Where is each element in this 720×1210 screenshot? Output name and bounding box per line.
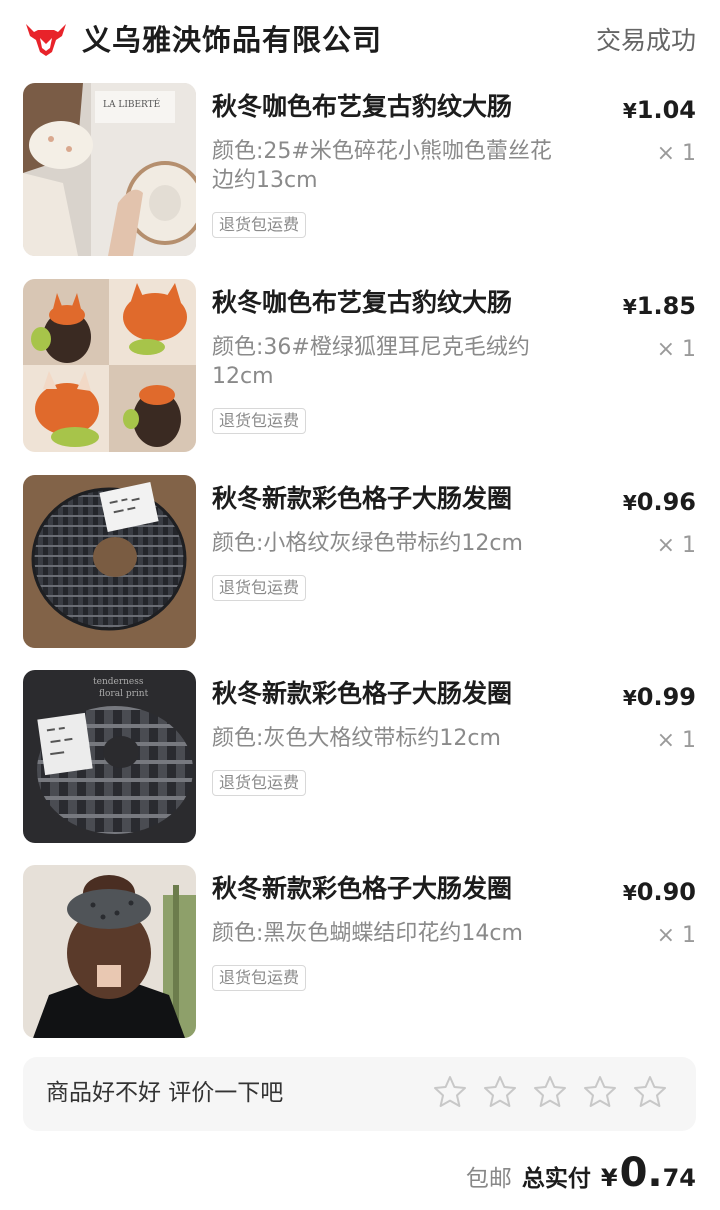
return-shipping-tag: 退货包运费	[212, 575, 307, 601]
product-image[interactable]	[23, 475, 196, 648]
item-spec: 颜色:小格纹灰绿色带标约12cm	[212, 531, 523, 556]
item-price: ¥1.85	[623, 289, 696, 326]
price-value: 0.90	[636, 878, 696, 906]
price-value: 1.85	[636, 292, 696, 320]
currency-symbol: ¥	[622, 491, 637, 515]
product-image[interactable]	[23, 865, 196, 1038]
item-price: ¥0.96	[623, 485, 696, 522]
return-shipping-tag: 退货包运费	[212, 770, 307, 796]
shop-name[interactable]: 义乌雅泱饰品有限公司	[82, 20, 382, 60]
product-image[interactable]	[23, 279, 196, 452]
total-paid-label: 总实付	[521, 1166, 591, 1192]
return-shipping-tag: 退货包运费	[212, 408, 307, 434]
currency-symbol: ¥	[622, 99, 637, 123]
currency-symbol: ¥	[622, 295, 637, 319]
price-value: 0.99	[636, 683, 696, 711]
product-image[interactable]: LA LIBERTÉ	[23, 83, 196, 256]
order-item[interactable]: LA LIBERTÉ 秋冬咖色布艺复古豹纹大肠 颜色:25#米色碎花小熊咖色蕾丝…	[0, 83, 720, 258]
red-bull-head-icon[interactable]	[24, 22, 68, 58]
order-item[interactable]: 秋冬新款彩色格子大肠发圈 颜色:小格纹灰绿色带标约12cm 退货包运费 ¥0.9…	[0, 475, 720, 650]
order-total: 包邮 总实付 ¥ 0. 74	[466, 1150, 696, 1200]
item-quantity: × 1	[656, 533, 696, 558]
price-value: 0.96	[636, 488, 696, 516]
return-shipping-tag: 退货包运费	[212, 965, 307, 991]
product-image[interactable]: tenderness floral print	[23, 670, 196, 843]
item-quantity: × 1	[656, 923, 696, 948]
svg-text:LA LIBERTÉ: LA LIBERTÉ	[103, 98, 160, 110]
star-outline-icon[interactable]	[482, 1074, 518, 1110]
item-spec: 颜色:36#橙绿狐狸耳尼克毛绒约12cm	[212, 335, 530, 389]
item-title[interactable]: 秋冬新款彩色格子大肠发圈	[212, 871, 592, 907]
star-outline-icon[interactable]	[632, 1074, 668, 1110]
item-price: ¥1.04	[623, 93, 696, 130]
total-currency: ¥	[600, 1164, 618, 1192]
item-title[interactable]: 秋冬新款彩色格子大肠发圈	[212, 481, 592, 517]
order-status: 交易成功	[595, 26, 696, 55]
item-price: ¥0.99	[623, 680, 696, 717]
shipping-label: 包邮	[465, 1166, 512, 1192]
total-amount-integer: 0.	[619, 1150, 663, 1196]
star-outline-icon[interactable]	[582, 1074, 618, 1110]
star-outline-icon[interactable]	[432, 1074, 468, 1110]
total-amount-decimal: 74	[662, 1164, 696, 1192]
order-item[interactable]: tenderness floral print 秋冬新款彩色格子大肠发圈 颜色:…	[0, 670, 720, 845]
item-title[interactable]: 秋冬新款彩色格子大肠发圈	[212, 676, 592, 712]
order-header: 义乌雅泱饰品有限公司 交易成功	[0, 0, 720, 80]
review-prompt-text: 商品好不好 评价一下吧	[46, 1080, 284, 1106]
currency-symbol: ¥	[622, 881, 637, 905]
price-value: 1.04	[636, 96, 696, 124]
review-prompt-box[interactable]: 商品好不好 评价一下吧	[23, 1057, 696, 1131]
order-item[interactable]: 秋冬咖色布艺复古豹纹大肠 颜色:36#橙绿狐狸耳尼克毛绒约12cm 退货包运费 …	[0, 279, 720, 454]
item-spec: 颜色:黑灰色蝴蝶结印花约14cm	[212, 921, 523, 946]
item-quantity: × 1	[656, 337, 696, 362]
star-outline-icon[interactable]	[532, 1074, 568, 1110]
item-quantity: × 1	[656, 141, 696, 166]
svg-text:floral print: floral print	[99, 689, 149, 699]
currency-symbol: ¥	[622, 686, 637, 710]
item-title[interactable]: 秋冬咖色布艺复古豹纹大肠	[212, 89, 592, 125]
svg-text:tenderness: tenderness	[93, 677, 144, 687]
order-item[interactable]: 秋冬新款彩色格子大肠发圈 颜色:黑灰色蝴蝶结印花约14cm 退货包运费 ¥0.9…	[0, 865, 720, 1040]
item-price: ¥0.90	[623, 875, 696, 912]
return-shipping-tag: 退货包运费	[212, 212, 307, 238]
star-rating[interactable]	[432, 1074, 668, 1114]
item-quantity: × 1	[656, 728, 696, 753]
item-spec: 颜色:灰色大格纹带标约12cm	[212, 726, 501, 751]
item-spec: 颜色:25#米色碎花小熊咖色蕾丝花边约13cm	[212, 139, 552, 193]
item-title[interactable]: 秋冬咖色布艺复古豹纹大肠	[212, 285, 592, 321]
